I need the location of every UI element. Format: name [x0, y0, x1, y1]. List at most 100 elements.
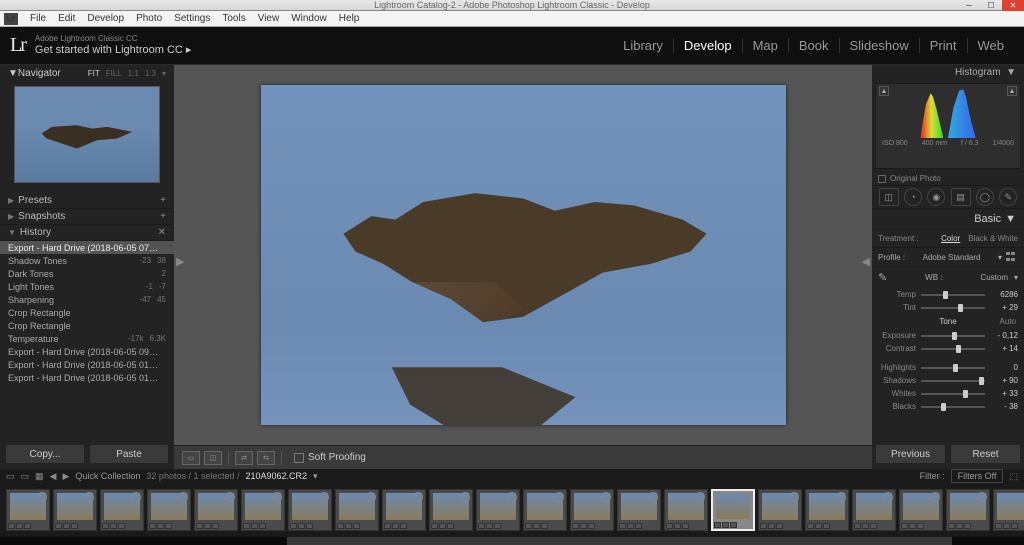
filmstrip-thumbs[interactable] — [0, 483, 1024, 537]
photo-preview[interactable] — [261, 85, 786, 425]
module-slideshow[interactable]: Slideshow — [840, 38, 920, 53]
nav-fit[interactable]: FIT — [88, 69, 100, 78]
panel-expand-left-icon[interactable]: ▶ — [176, 255, 184, 268]
get-started-link[interactable]: Get started with Lightroom CC ▸ — [35, 44, 192, 57]
navigator-header[interactable]: ▼ Navigator FIT FILL 1:1 1:3 ▾ — [0, 65, 174, 81]
wb-dropdown-icon[interactable]: ▾ — [1014, 273, 1018, 282]
menu-file[interactable]: File — [30, 13, 46, 24]
nav-1-1[interactable]: 1:1 — [128, 69, 139, 78]
history-item[interactable]: Shadow Tones-2338 — [0, 254, 174, 267]
second-window-icon[interactable]: ▭ — [21, 471, 30, 482]
redeye-tool-icon[interactable]: ◉ — [927, 188, 945, 206]
nav-fill[interactable]: FILL — [106, 69, 122, 78]
history-item[interactable]: Light Tones-1-7 — [0, 280, 174, 293]
color-mode[interactable]: Color — [941, 234, 960, 243]
contrast-slider[interactable]: Contrast+ 14 — [872, 342, 1024, 355]
navigator-preview[interactable] — [14, 86, 160, 183]
thumbnail[interactable] — [241, 489, 285, 531]
module-print[interactable]: Print — [920, 38, 968, 53]
profile-browser-icon[interactable] — [1006, 252, 1018, 262]
before-after-icon[interactable]: ◫ — [204, 451, 222, 465]
whites-slider[interactable]: Whites+ 33 — [872, 387, 1024, 400]
history-item[interactable]: Export - Hard Drive (2018-06-05 07:46:..… — [0, 241, 174, 254]
crop-tool-icon[interactable]: ◫ — [879, 188, 899, 206]
back-nav-icon[interactable]: ◀ — [50, 471, 57, 482]
nav-dropdown-icon[interactable]: ▾ — [162, 69, 166, 78]
thumbnail[interactable] — [993, 489, 1024, 531]
filter-select[interactable]: Filters Off — [951, 469, 1004, 483]
profile-select[interactable]: Adobe Standard — [909, 253, 994, 262]
filter-lock-icon[interactable]: ⬚ — [1009, 471, 1018, 482]
menu-edit[interactable]: Edit — [58, 13, 75, 24]
module-book[interactable]: Book — [789, 38, 840, 53]
history-item[interactable]: Crop Rectangle — [0, 319, 174, 332]
history-item[interactable]: Export - Hard Drive (2018-06-05 01:08:..… — [0, 371, 174, 384]
thumbnail[interactable] — [523, 489, 567, 531]
fwd-nav-icon[interactable]: ▶ — [62, 471, 69, 482]
thumbnail[interactable] — [711, 489, 755, 531]
histogram-header[interactable]: Histogram ▼ — [872, 65, 1024, 80]
module-library[interactable]: Library — [613, 38, 674, 53]
thumbnail[interactable] — [429, 489, 473, 531]
thumbnail[interactable] — [53, 489, 97, 531]
histogram-graph[interactable] — [882, 84, 1014, 138]
wb-select[interactable]: Custom — [980, 273, 1008, 282]
snapshots-panel[interactable]: ▶Snapshots+ — [0, 209, 174, 225]
previous-button[interactable]: Previous — [875, 444, 946, 464]
module-web[interactable]: Web — [968, 38, 1015, 53]
thumbnail[interactable] — [899, 489, 943, 531]
paste-button[interactable]: Paste — [89, 444, 169, 464]
history-item[interactable]: Export - Hard Drive (2018-06-05 09:10:..… — [0, 345, 174, 358]
module-develop[interactable]: Develop — [674, 38, 743, 53]
presets-panel[interactable]: ▶Presets+ — [0, 193, 174, 209]
maximize-button[interactable]: ☐ — [980, 0, 1002, 11]
soft-proofing-toggle[interactable]: Soft Proofing — [294, 452, 366, 463]
thumbnail[interactable] — [758, 489, 802, 531]
thumbnail[interactable] — [147, 489, 191, 531]
auto-button[interactable]: Auto — [1000, 317, 1016, 326]
bw-mode[interactable]: Black & White — [968, 234, 1018, 243]
panel-expand-right-icon[interactable]: ◀ — [862, 255, 870, 268]
thumbnail[interactable] — [382, 489, 426, 531]
collection-name[interactable]: Quick Collection — [75, 471, 140, 481]
menu-photo[interactable]: Photo — [136, 13, 162, 24]
brush-tool-icon[interactable]: ✎ — [999, 188, 1017, 206]
history-item[interactable]: Dark Tones2 — [0, 267, 174, 280]
eyedropper-icon[interactable]: ✎ — [878, 271, 887, 284]
copy-button[interactable]: Copy... — [5, 444, 85, 464]
menu-develop[interactable]: Develop — [87, 13, 124, 24]
thumbnail[interactable] — [570, 489, 614, 531]
menu-help[interactable]: Help — [339, 13, 360, 24]
thumbnail[interactable] — [852, 489, 896, 531]
history-item[interactable]: Crop Rectangle — [0, 306, 174, 319]
thumbnail[interactable] — [288, 489, 332, 531]
plus-icon[interactable]: + — [160, 211, 166, 222]
nav-1-3[interactable]: 1:3 — [145, 69, 156, 78]
menu-window[interactable]: Window — [291, 13, 327, 24]
reset-button[interactable]: Reset — [950, 444, 1021, 464]
file-dropdown-icon[interactable]: ▾ — [313, 471, 318, 482]
grad-filter-icon[interactable]: ▤ — [951, 188, 971, 206]
grid-view-icon[interactable]: ▦ — [35, 471, 44, 482]
thumbnail[interactable] — [6, 489, 50, 531]
thumbnail[interactable] — [335, 489, 379, 531]
spot-tool-icon[interactable]: ◔ — [904, 188, 922, 206]
compare-swap-icon[interactable]: ⇄ — [235, 451, 253, 465]
close-icon[interactable]: ✕ — [158, 227, 166, 238]
thumbnail[interactable] — [946, 489, 990, 531]
history-panel[interactable]: ▼History✕ — [0, 225, 174, 241]
plus-icon[interactable]: + — [160, 195, 166, 206]
profile-dropdown-icon[interactable]: ▾ — [998, 253, 1002, 262]
tint-slider[interactable]: Tint+ 29 — [872, 301, 1024, 314]
loupe-view-icon[interactable]: ▭ — [182, 451, 200, 465]
thumbnail[interactable] — [476, 489, 520, 531]
thumbnail[interactable] — [805, 489, 849, 531]
menu-tools[interactable]: Tools — [222, 13, 245, 24]
thumbnail[interactable] — [664, 489, 708, 531]
history-item[interactable]: Temperature-17k6.3K — [0, 332, 174, 345]
blacks-slider[interactable]: Blacks- 38 — [872, 400, 1024, 413]
shadows-slider[interactable]: Shadows+ 90 — [872, 374, 1024, 387]
original-photo-row[interactable]: Original Photo — [872, 172, 1024, 185]
minimize-button[interactable]: ─ — [958, 0, 980, 11]
main-window-icon[interactable]: ▭ — [6, 471, 15, 482]
